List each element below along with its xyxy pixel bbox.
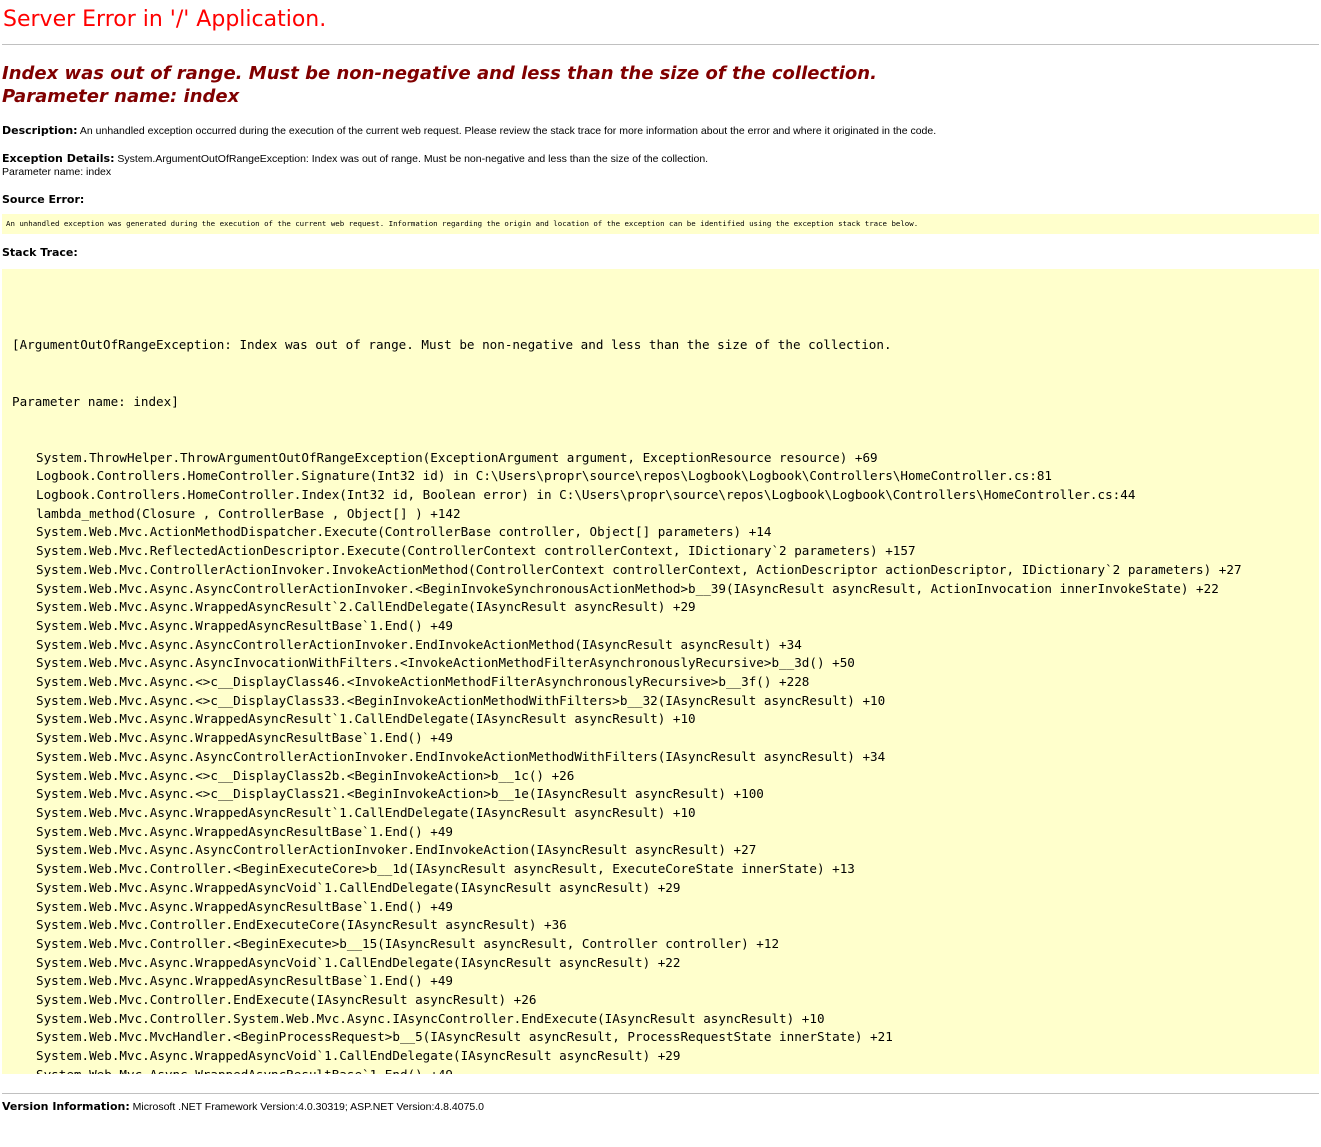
stack-trace-header-line-2: Parameter name: index]	[12, 393, 179, 409]
source-error-section: Source Error:	[2, 193, 1319, 207]
version-label: Version Information:	[2, 1100, 130, 1113]
error-page: Server Error in '/' Application. Index w…	[0, 0, 1321, 1114]
stack-trace-section: Stack Trace:	[2, 246, 1319, 260]
stack-frame: System.ThrowHelper.ThrowArgumentOutOfRan…	[36, 449, 878, 465]
stack-frame: System.Web.Mvc.Async.AsyncControllerActi…	[36, 748, 886, 764]
stack-frame: System.Web.Mvc.Async.AsyncInvocationWith…	[36, 655, 855, 671]
source-error-label: Source Error:	[2, 193, 85, 206]
stack-trace-header-line-1: [ArgumentOutOfRangeException: Index was …	[12, 337, 892, 353]
description-label: Description:	[2, 124, 78, 137]
error-message: Index was out of range. Must be non-nega…	[2, 62, 1319, 108]
stack-trace-box[interactable]: [ArgumentOutOfRangeException: Index was …	[2, 269, 1319, 1074]
stack-frame: System.Web.Mvc.Async.AsyncControllerActi…	[36, 842, 757, 858]
error-message-line-1: Index was out of range. Must be non-nega…	[2, 63, 877, 84]
exception-details-section: Exception Details: System.ArgumentOutOfR…	[2, 152, 1319, 179]
page-title: Server Error in '/' Application.	[3, 7, 327, 32]
version-divider	[2, 1093, 1319, 1094]
stack-frame: System.Web.Mvc.Controller.EndExecute(IAs…	[36, 992, 537, 1008]
exception-details-param: Parameter name: index	[2, 166, 112, 178]
stack-frame: System.Web.Mvc.Async.WrappedAsyncResultB…	[12, 1066, 1309, 1074]
source-error-box[interactable]: An unhandled exception was generated dur…	[2, 214, 1319, 234]
exception-details-text: System.ArgumentOutOfRangeException: Inde…	[117, 153, 709, 165]
description-text: An unhandled exception occurred during t…	[79, 125, 937, 137]
stack-frame: System.Web.Mvc.MvcHandler.<BeginProcessR…	[36, 1029, 893, 1045]
stack-trace-label: Stack Trace:	[2, 246, 78, 259]
stack-frame: System.Web.Mvc.Async.<>c__DisplayClass2b…	[36, 767, 575, 783]
stack-frame: Logbook.Controllers.HomeController.Index…	[36, 487, 1136, 503]
description-section: Description: An unhandled exception occu…	[2, 124, 1319, 138]
stack-frame: System.Web.Mvc.Controller.System.Web.Mvc…	[36, 1010, 825, 1026]
stack-frame: System.Web.Mvc.Async.<>c__DisplayClass46…	[36, 674, 810, 690]
stack-frame: System.Web.Mvc.Async.WrappedAsyncResult`…	[36, 804, 696, 820]
stack-frame: System.Web.Mvc.Async.<>c__DisplayClass21…	[36, 786, 764, 802]
title-divider	[2, 44, 1319, 45]
stack-frame: System.Web.Mvc.Async.WrappedAsyncResultB…	[36, 617, 454, 633]
stack-frame: System.Web.Mvc.Controller.<BeginExecuteC…	[36, 861, 855, 877]
stack-frame: System.Web.Mvc.ActionMethodDispatcher.Ex…	[36, 524, 772, 540]
stack-frame: System.Web.Mvc.Async.WrappedAsyncResultB…	[36, 898, 454, 914]
stack-frame: System.Web.Mvc.ControllerActionInvoker.I…	[36, 561, 1242, 577]
stack-frame: Logbook.Controllers.HomeController.Signa…	[36, 468, 1052, 484]
error-message-line-2: Parameter name: index	[2, 86, 240, 107]
stack-frame: System.Web.Mvc.Async.WrappedAsyncResult`…	[36, 599, 696, 615]
stack-frame: System.Web.Mvc.Async.<>c__DisplayClass33…	[36, 692, 886, 708]
stack-frame: System.Web.Mvc.ReflectedActionDescriptor…	[36, 543, 916, 559]
stack-frame: lambda_method(Closure , ControllerBase ,…	[36, 505, 461, 521]
stack-frame: System.Web.Mvc.Async.AsyncControllerActi…	[36, 580, 1219, 596]
stack-frame: System.Web.Mvc.Async.WrappedAsyncVoid`1.…	[36, 879, 681, 895]
exception-details-label: Exception Details:	[2, 152, 115, 165]
stack-frame: System.Web.Mvc.Async.WrappedAsyncResultB…	[36, 730, 454, 746]
stack-frame: System.Web.Mvc.Controller.EndExecuteCore…	[36, 917, 567, 933]
version-section: Version Information: Microsoft .NET Fram…	[2, 1100, 1319, 1114]
stack-frame: System.Web.Mvc.Controller.<BeginExecute>…	[36, 935, 780, 951]
stack-frame: System.Web.Mvc.Async.WrappedAsyncResult`…	[36, 711, 696, 727]
stack-frame: System.Web.Mvc.Async.WrappedAsyncResultB…	[36, 823, 454, 839]
stack-frame: System.Web.Mvc.Async.WrappedAsyncVoid`1.…	[36, 1048, 681, 1064]
stack-frame: System.Web.Mvc.Async.AsyncControllerActi…	[36, 636, 802, 652]
version-text: Microsoft .NET Framework Version:4.0.303…	[132, 1101, 485, 1113]
stack-frame: System.Web.Mvc.Async.WrappedAsyncVoid`1.…	[36, 954, 681, 970]
stack-frame: System.Web.Mvc.Async.WrappedAsyncResultB…	[36, 973, 454, 989]
